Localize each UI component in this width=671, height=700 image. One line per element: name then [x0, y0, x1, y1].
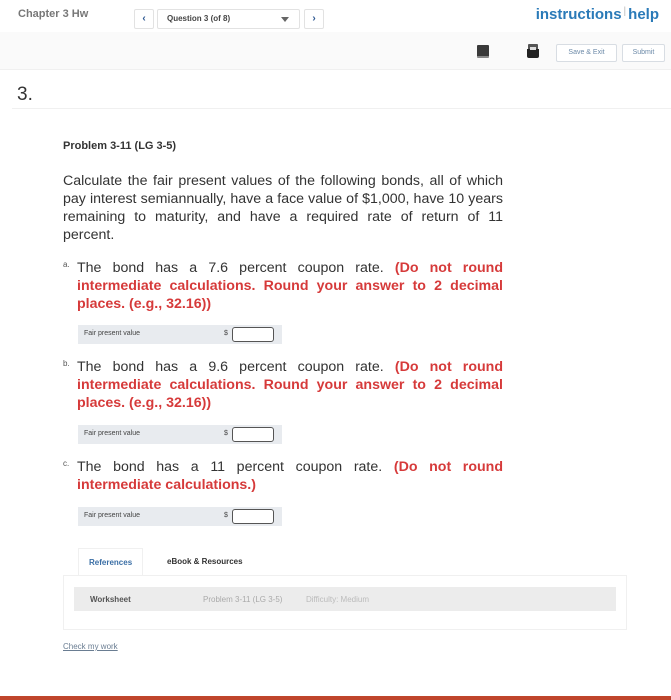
part-text: The bond has a 9.6 percent coupon rate. — [77, 359, 395, 375]
top-bar: Chapter 3 Hw instructions | help — [0, 0, 671, 32]
submit-button[interactable]: Submit — [622, 44, 665, 62]
currency-symbol: $ — [224, 330, 228, 337]
currency-symbol: $ — [224, 430, 228, 437]
instructions-link[interactable]: instructions — [536, 6, 622, 23]
answer-label: Fair present value — [84, 430, 141, 437]
part-letter: c. — [63, 459, 70, 468]
question-select-value: Question 3 (of 8) — [167, 14, 231, 23]
part-letter: b. — [63, 359, 70, 368]
assignment-title: Chapter 3 Hw — [18, 8, 89, 20]
reference-difficulty: Difficulty: Medium — [306, 595, 369, 604]
currency-symbol: $ — [224, 512, 228, 519]
book-icon[interactable] — [477, 45, 489, 58]
worksheet-row[interactable]: Worksheet Problem 3-11 (LG 3-5) Difficul… — [74, 587, 616, 611]
part-a: a. The bond has a 7.6 percent coupon rat… — [63, 259, 503, 313]
references-panel: Worksheet Problem 3-11 (LG 3-5) Difficul… — [63, 575, 627, 630]
save-exit-button[interactable]: Save & Exit — [556, 44, 617, 62]
part-c: c. The bond has a 11 percent coupon rate… — [63, 458, 503, 494]
problem-intro: Calculate the fair present values of the… — [63, 173, 503, 243]
question-number: 3. — [17, 84, 33, 105]
caret-down-icon — [281, 17, 289, 22]
part-letter: a. — [63, 260, 70, 269]
reference-type: Worksheet — [90, 595, 131, 604]
tab-references[interactable]: References — [78, 548, 144, 576]
fair-present-value-input-b[interactable] — [232, 427, 274, 442]
help-link[interactable]: help — [628, 6, 659, 23]
answer-label: Fair present value — [84, 512, 141, 519]
previous-question-button[interactable]: ‹ — [134, 9, 154, 29]
part-text: The bond has a 7.6 percent coupon rate. — [77, 260, 395, 276]
problem-title: Problem 3-11 (LG 3-5) — [63, 140, 177, 152]
part-b: b. The bond has a 9.6 percent coupon rat… — [63, 358, 503, 412]
fair-present-value-input-a[interactable] — [232, 327, 274, 342]
divider — [12, 108, 671, 109]
answer-label: Fair present value — [84, 330, 141, 337]
answer-row-c: Fair present value $ — [78, 507, 282, 526]
tab-ebook-resources[interactable]: eBook & Resources — [157, 548, 253, 576]
print-icon[interactable] — [527, 44, 539, 58]
part-text: The bond has a 11 percent coupon rate. — [77, 459, 394, 475]
chevron-left-icon: ‹ — [142, 13, 146, 24]
reference-problem: Problem 3-11 (LG 3-5) — [203, 595, 283, 604]
check-my-work-link[interactable]: Check my work — [63, 642, 118, 651]
question-select[interactable]: Question 3 (of 8) — [157, 9, 300, 29]
link-separator: | — [623, 6, 627, 17]
bottom-accent-line — [0, 696, 671, 700]
answer-row-b: Fair present value $ — [78, 425, 282, 444]
answer-row-a: Fair present value $ — [78, 325, 282, 344]
chevron-right-icon: › — [312, 13, 316, 24]
fair-present-value-input-c[interactable] — [232, 509, 274, 524]
top-links: instructions | help — [536, 6, 659, 23]
next-question-button[interactable]: › — [304, 9, 324, 29]
